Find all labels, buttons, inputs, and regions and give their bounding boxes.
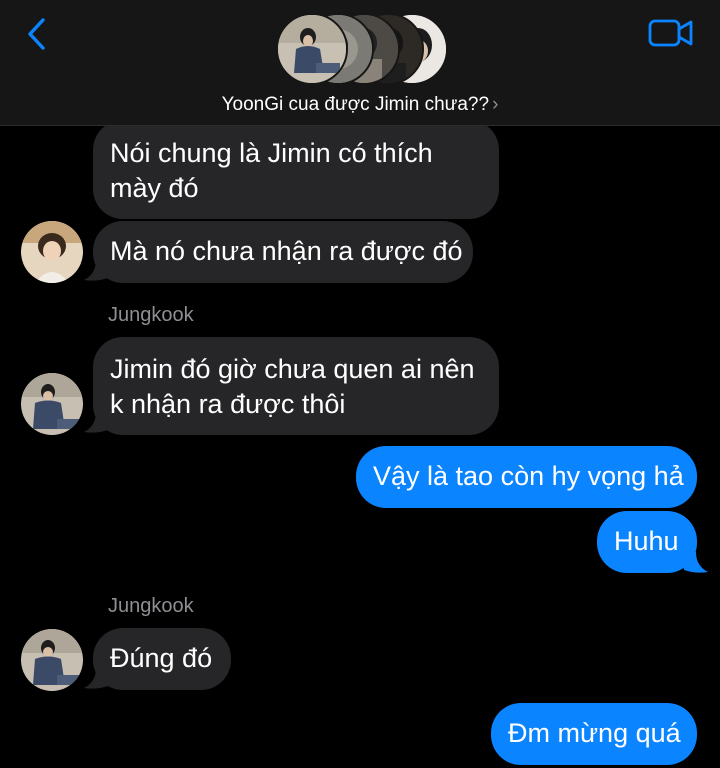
- message-line: k nhận ra được thôi: [110, 389, 346, 419]
- sender-name: Jungkook: [108, 595, 194, 617]
- jungkook-avatar[interactable]: [21, 629, 83, 691]
- incoming-message-bubble[interactable]: Đúng đó: [93, 628, 231, 690]
- message-line: Huhu: [614, 526, 679, 556]
- message-line: Jimin đó giờ chưa quen ai nên: [110, 354, 475, 384]
- message-line: Đm mừng quá: [508, 718, 681, 748]
- incoming-message-bubble[interactable]: Nói chung là Jimin có thích mày đó: [93, 120, 499, 219]
- group-title-label: YoonGi cua được Jimin chưa??: [221, 94, 490, 115]
- chat-header: YoonGi cua được Jimin chưa?? ›: [0, 0, 720, 126]
- group-member-avatar: [276, 13, 348, 85]
- incoming-message-bubble[interactable]: Mà nó chưa nhận ra được đó: [93, 221, 473, 283]
- bubble-tail: [684, 552, 708, 573]
- message-line: Mà nó chưa nhận ra được đó: [110, 236, 463, 266]
- group-title[interactable]: YoonGi cua được Jimin chưa?? ›: [0, 94, 720, 116]
- message-line: Đúng đó: [110, 643, 213, 673]
- chevron-left-icon: [28, 18, 45, 50]
- chevron-right-icon: ›: [492, 94, 499, 115]
- group-avatar-stack[interactable]: [276, 13, 448, 85]
- back-button[interactable]: [22, 16, 52, 52]
- outgoing-message-bubble[interactable]: Đm mừng quá: [491, 703, 697, 765]
- message-line: Nói chung là Jimin có thích: [110, 138, 433, 168]
- video-camera-icon: [648, 19, 693, 47]
- jungkook-avatar[interactable]: [21, 373, 83, 435]
- incoming-message-bubble[interactable]: Jimin đó giờ chưa quen ai nên k nhận ra …: [93, 337, 499, 435]
- message-line: Vậy là tao còn hy vọng hả: [373, 461, 684, 491]
- video-call-button[interactable]: [648, 16, 694, 50]
- sender-avatar[interactable]: [21, 221, 83, 283]
- sender-name: Jungkook: [108, 304, 194, 326]
- message-line: mày đó: [110, 173, 199, 203]
- outgoing-message-bubble[interactable]: Huhu: [597, 511, 697, 573]
- outgoing-message-bubble[interactable]: Vậy là tao còn hy vọng hả: [356, 446, 697, 508]
